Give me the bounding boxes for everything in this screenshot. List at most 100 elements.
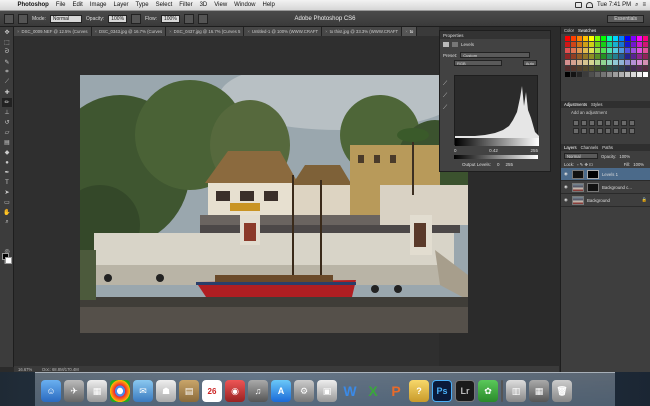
downloads-icon[interactable]: ▥ [506, 380, 526, 402]
swatch[interactable] [631, 66, 636, 71]
swatch[interactable] [613, 42, 618, 47]
close-icon[interactable]: × [247, 29, 250, 34]
swatch[interactable] [583, 48, 588, 53]
swatch[interactable] [625, 54, 630, 59]
swatch[interactable] [619, 54, 624, 59]
hsl-icon[interactable] [613, 120, 619, 126]
swatch[interactable] [643, 60, 648, 65]
swatch[interactable] [613, 54, 618, 59]
blend-mode-select[interactable]: Normal [564, 153, 598, 159]
powerpoint-icon[interactable]: P [386, 380, 406, 402]
pressure-size-icon[interactable] [197, 13, 208, 24]
swatch[interactable] [607, 60, 612, 65]
eye-icon[interactable]: ◉ [564, 184, 569, 190]
menu-window[interactable]: Window [231, 2, 259, 8]
swatch[interactable] [631, 72, 636, 77]
dodge-tool-icon[interactable]: ● [2, 158, 12, 167]
gradient-map-icon[interactable] [621, 128, 627, 134]
eyedropper-black-icon[interactable]: ⟋ [443, 81, 450, 88]
swatch[interactable] [583, 42, 588, 47]
preview-icon[interactable]: ▣ [317, 380, 337, 402]
input-highlight-value[interactable]: 255 [530, 148, 538, 153]
menu-type[interactable]: Type [132, 2, 152, 8]
close-icon[interactable]: × [325, 29, 328, 34]
swatch[interactable] [619, 48, 624, 53]
auto-button[interactable]: Auto [522, 60, 537, 66]
swatch[interactable] [631, 54, 636, 59]
opacity-field[interactable]: 100% [108, 14, 128, 23]
swatch[interactable] [637, 42, 642, 47]
itunes-icon[interactable]: ♫ [248, 380, 268, 402]
swatch[interactable] [631, 42, 636, 47]
swatch[interactable] [595, 60, 600, 65]
menu-edit[interactable]: Edit [69, 2, 86, 8]
clock[interactable]: Tue 7:41 PM [597, 2, 631, 8]
swatch[interactable] [637, 66, 642, 71]
color-lookup-icon[interactable] [589, 128, 595, 134]
channel-select[interactable]: RGB [454, 60, 502, 66]
mail-icon[interactable]: ✉ [133, 380, 153, 402]
photo-booth-icon[interactable]: ◉ [225, 380, 245, 402]
excel-icon[interactable]: X [363, 380, 383, 402]
swatch[interactable] [625, 36, 630, 41]
history-brush-tool-icon[interactable]: ↺ [2, 118, 12, 127]
swatch[interactable] [625, 72, 630, 77]
output-high-value[interactable]: 255 [506, 162, 514, 167]
swatch[interactable] [565, 36, 570, 41]
swatch[interactable] [625, 66, 630, 71]
swatch[interactable] [643, 42, 648, 47]
tab-adjustments[interactable]: Adjustments [564, 102, 587, 107]
airbrush-icon[interactable] [183, 13, 194, 24]
photo-filter-icon[interactable] [573, 128, 579, 134]
eye-icon[interactable]: ◉ [564, 171, 569, 177]
input-shadow-value[interactable]: 0 [454, 148, 457, 153]
hand-tool-icon[interactable]: ✋ [2, 208, 12, 217]
swatch[interactable] [595, 72, 600, 77]
zoom-readout[interactable]: 16.67% [18, 367, 32, 372]
menu-image[interactable]: Image [86, 2, 110, 8]
evernote-icon[interactable]: ✿ [478, 380, 498, 402]
eye-icon[interactable]: ◉ [564, 197, 569, 203]
healing-tool-icon[interactable]: ✚ [2, 88, 12, 97]
swatch[interactable] [571, 54, 576, 59]
zoom-tool-icon[interactable]: ⌕ [2, 218, 12, 227]
mode-select[interactable]: Normal [49, 14, 82, 23]
fill-value[interactable]: 100% [633, 162, 647, 167]
photoshop-icon[interactable]: Ps [432, 380, 452, 402]
bw-icon[interactable] [629, 120, 635, 126]
swatch[interactable] [589, 42, 594, 47]
swatch[interactable] [619, 72, 624, 77]
swatch[interactable] [601, 36, 606, 41]
swatch[interactable] [607, 36, 612, 41]
tab-swatches[interactable]: Swatches [578, 28, 596, 33]
contacts-icon[interactable]: ☗ [156, 380, 176, 402]
swatch[interactable] [571, 36, 576, 41]
eraser-tool-icon[interactable]: ▱ [2, 128, 12, 137]
swatch[interactable] [637, 36, 642, 41]
swatch[interactable] [607, 72, 612, 77]
flow-field[interactable]: 100% [161, 14, 180, 23]
swatch[interactable] [613, 60, 618, 65]
shape-tool-icon[interactable]: ▭ [2, 198, 12, 207]
layer-opacity-value[interactable]: 100% [619, 154, 630, 159]
swatch[interactable] [571, 42, 576, 47]
tab-color[interactable]: Color [564, 28, 574, 33]
menu-layer[interactable]: Layer [110, 2, 132, 8]
swatch[interactable] [577, 60, 582, 65]
wifi-icon[interactable] [585, 2, 593, 8]
doc-tab[interactable]: × Untitled-1 @ 100% (WWW.CRAFT [244, 27, 323, 36]
swatch[interactable] [601, 66, 606, 71]
mission-control-icon[interactable]: ▦ [87, 380, 107, 402]
trash-icon[interactable]: 🗑 [552, 380, 572, 402]
menu-3d[interactable]: 3D [196, 2, 211, 8]
app-store-icon[interactable]: A [271, 380, 291, 402]
spotlight-icon[interactable]: ⌕ [635, 2, 638, 9]
chrome-icon[interactable] [110, 380, 130, 402]
tab-layers[interactable]: Layers [564, 145, 577, 150]
swatch[interactable] [583, 36, 588, 41]
close-icon[interactable]: × [169, 29, 172, 34]
swatch[interactable] [577, 72, 582, 77]
swatch[interactable] [577, 54, 582, 59]
swatch[interactable] [595, 48, 600, 53]
system-preferences-icon[interactable]: ⚙ [294, 380, 314, 402]
